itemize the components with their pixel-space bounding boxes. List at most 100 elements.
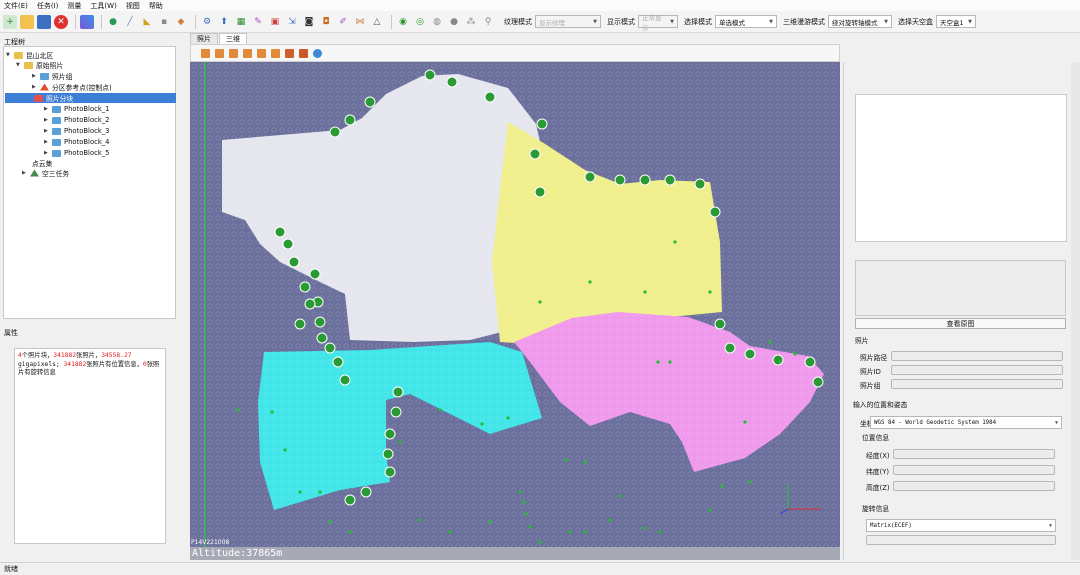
select-mode-label: 选择模式: [684, 17, 712, 26]
camera-icon[interactable]: ◙: [302, 15, 316, 29]
tree-node-photo-blocks[interactable]: 照片分块: [5, 93, 176, 103]
image-tools-icon[interactable]: ✎: [251, 15, 265, 29]
reconstruct-icon[interactable]: ◎: [413, 15, 427, 29]
menu-measure[interactable]: 测量: [67, 1, 81, 11]
view-toolbar: [190, 44, 840, 62]
pin-icon[interactable]: ●: [106, 15, 120, 29]
point-icon[interactable]: ▪: [157, 15, 171, 29]
collapse-icon[interactable]: ▼: [16, 62, 24, 68]
chevron-down-icon: ▼: [769, 18, 773, 25]
tree-node-block-5[interactable]: ▶ PhotoBlock_5: [44, 148, 110, 158]
eraser-icon[interactable]: ◆: [174, 15, 188, 29]
view-front-icon[interactable]: [215, 48, 224, 58]
view-original-button[interactable]: 查看原图: [855, 318, 1066, 329]
settings-icon[interactable]: ⚙: [200, 15, 214, 29]
wand-icon[interactable]: ⚲: [481, 15, 495, 29]
view-back-icon[interactable]: [229, 48, 238, 58]
menu-task[interactable]: 任务(I): [37, 1, 59, 11]
menu-tools[interactable]: 工具(W): [90, 1, 116, 11]
menu-file[interactable]: 文件(E): [4, 1, 28, 11]
tab-3d[interactable]: 三维: [219, 33, 247, 44]
texture-mode-select[interactable]: 显示纹理 ▼: [535, 15, 601, 28]
skybox-select[interactable]: 天空盒1 ▼: [936, 15, 976, 28]
triangle-icon[interactable]: △: [370, 15, 384, 29]
expand-icon[interactable]: ▶: [32, 73, 40, 79]
view-box-icon[interactable]: [299, 48, 308, 58]
expand-icon[interactable]: ▶: [44, 106, 52, 112]
ruler-icon[interactable]: ╱: [123, 15, 137, 29]
texture-icon[interactable]: ●: [447, 15, 461, 29]
expand-icon[interactable]: ▶: [44, 117, 52, 123]
crs-select[interactable]: WGS 84 - World Geodetic System 1984 ▼: [870, 416, 1062, 429]
tab-photo[interactable]: 照片: [190, 33, 218, 44]
control-point-dot: [528, 525, 532, 529]
aerotriangulation-icon[interactable]: ◉: [396, 15, 410, 29]
view-top-icon[interactable]: [201, 48, 210, 58]
tree-node-project[interactable]: ▼ 昆山北区: [6, 50, 53, 60]
grid-edit-icon[interactable]: ▦: [234, 15, 248, 29]
expand-icon[interactable]: ▶: [32, 84, 40, 90]
edit-icon[interactable]: ✐: [336, 15, 350, 29]
tree-node-pointcloud[interactable]: 点云集: [32, 158, 52, 168]
photo-id-field[interactable]: [891, 365, 1063, 375]
right-panel-scrollbar[interactable]: [1071, 62, 1080, 560]
lat-field[interactable]: [893, 465, 1055, 475]
close-icon[interactable]: ✕: [54, 14, 68, 29]
rotation-select[interactable]: Matrix(ECEF) ▼: [866, 519, 1056, 532]
photo-marker: [446, 76, 458, 88]
photo-marker: [344, 494, 356, 506]
tree-node-block-3[interactable]: ▶ PhotoBlock_3: [44, 126, 110, 136]
height-field[interactable]: [893, 481, 1055, 491]
tree-node-photos-root[interactable]: ▼ 原始照片: [16, 60, 63, 70]
project-tree[interactable]: ▼ 昆山北区 ▼ 原始照片 ▶ 照片组 ▶ 分区参考点(控制点) 照片分块 ▶ Photo…: [3, 46, 176, 319]
expand-icon[interactable]: ▶: [44, 128, 52, 134]
tree-node-label: PhotoBlock_2: [64, 116, 110, 124]
tree-node-block-4[interactable]: ▶ PhotoBlock_4: [44, 137, 110, 147]
menu-view[interactable]: 视图: [126, 1, 140, 11]
photo-path-field[interactable]: [891, 351, 1063, 361]
tree-node-block-2[interactable]: ▶ PhotoBlock_2: [44, 115, 110, 125]
control-point-dot: [524, 512, 528, 516]
merge-icon[interactable]: ⋈: [353, 15, 367, 29]
control-point-dot: [658, 530, 662, 534]
menu-help[interactable]: 帮助: [149, 1, 163, 11]
grid-icon[interactable]: [80, 14, 94, 29]
tree-node-photo-group[interactable]: ▶ 照片组: [32, 71, 72, 81]
control-point-dot: [506, 416, 510, 420]
measure-area-icon[interactable]: ◣: [140, 15, 154, 29]
expand-icon[interactable]: ▶: [44, 139, 52, 145]
save-icon[interactable]: [37, 14, 51, 29]
mesh-icon[interactable]: ◍: [430, 15, 444, 29]
view-bottom-icon[interactable]: [271, 48, 280, 58]
rotation-matrix-field[interactable]: [866, 535, 1056, 545]
lon-field[interactable]: [893, 449, 1055, 459]
browse-mode-select[interactable]: 绕对旋转轴模式 ▼: [828, 15, 892, 28]
select-mode-select[interactable]: 单选模式 ▼: [715, 15, 777, 28]
photo-group-field[interactable]: [891, 379, 1063, 389]
photo-marker: [714, 318, 726, 330]
open-folder-icon[interactable]: [20, 14, 34, 29]
photo-marker: [534, 186, 546, 198]
view-left-icon[interactable]: [243, 48, 252, 58]
scatter-icon[interactable]: ⁂: [464, 15, 478, 29]
crop-icon[interactable]: ▣: [268, 15, 282, 29]
blocks-icon: [34, 94, 43, 102]
new-project-icon[interactable]: +: [3, 14, 17, 29]
tree-node-block-1[interactable]: ▶ PhotoBlock_1: [44, 104, 110, 114]
control-point-dot: [720, 484, 724, 488]
3d-viewport[interactable]: P14V221008 Altitude:37865m: [190, 62, 840, 560]
expand-icon[interactable]: ▶: [44, 150, 52, 156]
view-reset-icon[interactable]: [313, 48, 322, 58]
view-iso-icon[interactable]: [285, 48, 294, 58]
tree-node-control-points[interactable]: ▶ 分区参考点(控制点): [32, 82, 112, 92]
expand-icon[interactable]: ▶: [22, 170, 30, 176]
export-icon[interactable]: ⇲: [285, 15, 299, 29]
display-mode-select[interactable]: 正常显示 ▼: [638, 14, 678, 32]
photo-marker: [744, 348, 756, 360]
view-right-icon[interactable]: [257, 48, 266, 58]
tag-icon[interactable]: ◘: [319, 15, 333, 29]
collapse-icon[interactable]: ▼: [6, 52, 14, 58]
control-point-dot: [708, 290, 712, 294]
tree-node-aerial[interactable]: ▶ 空三任务: [22, 168, 69, 178]
upload-icon[interactable]: ⬆: [217, 15, 231, 29]
